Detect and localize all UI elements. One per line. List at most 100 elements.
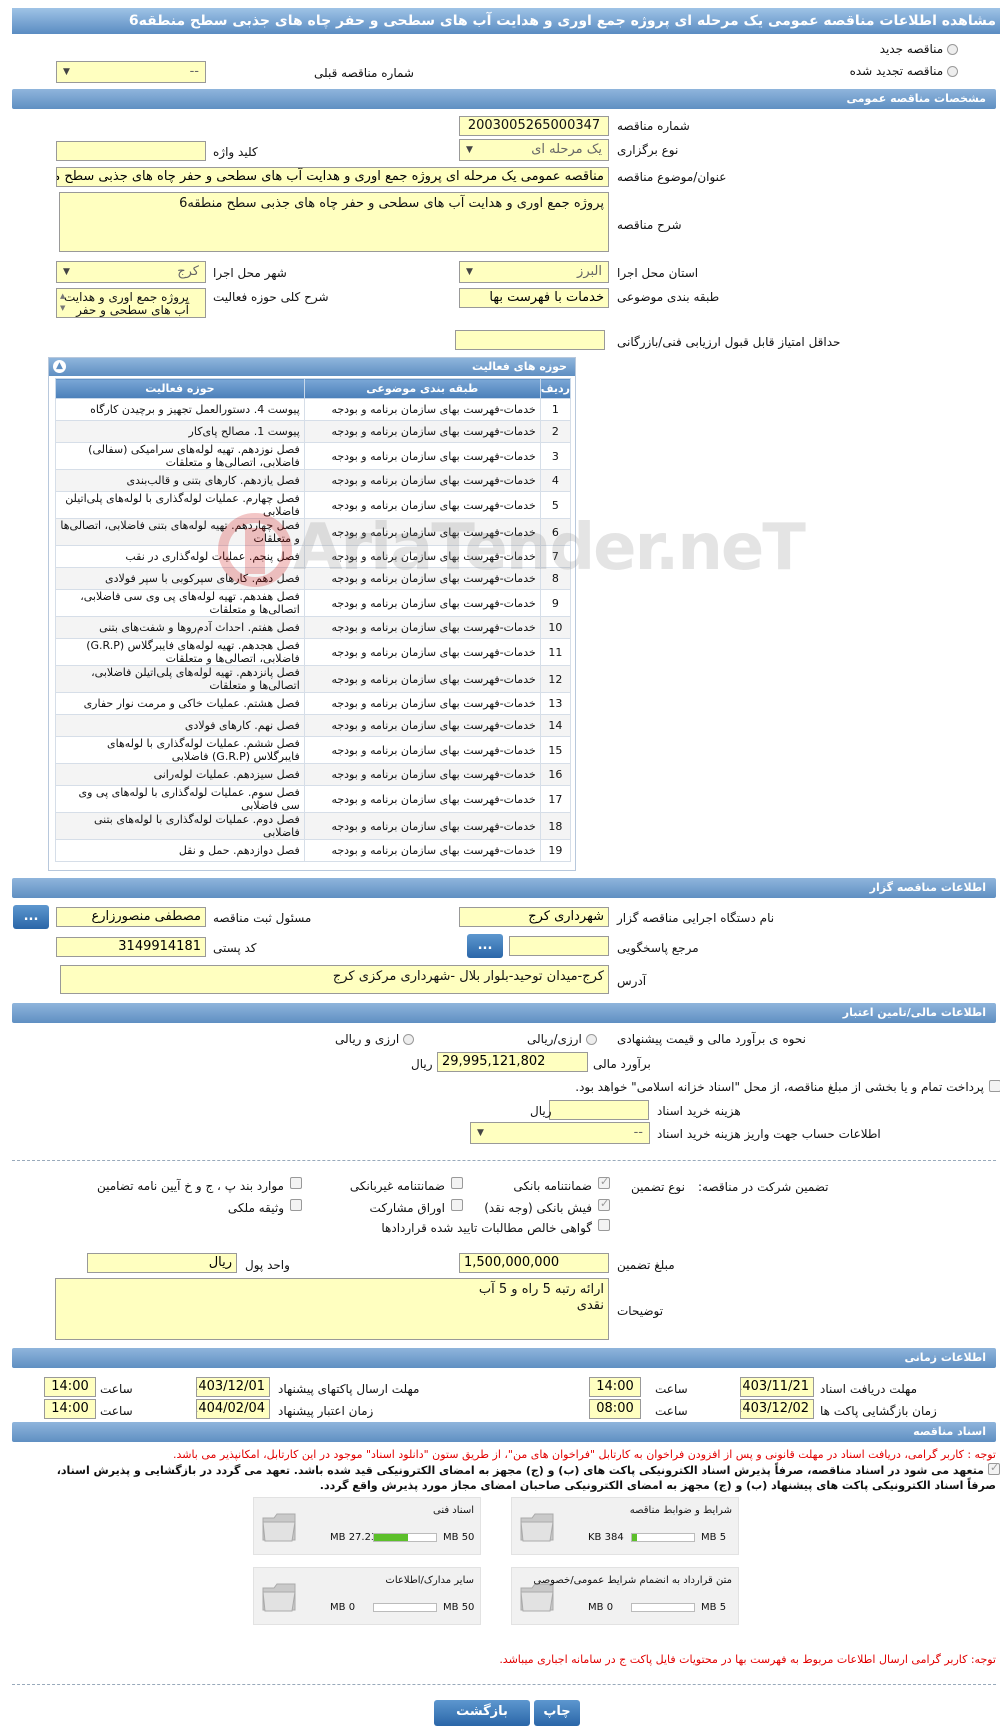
address-field[interactable]: کرج-میدان توحید-بلوار بلال -شهرداری مرکز… (60, 965, 609, 994)
back-button[interactable]: بازگشت (434, 1700, 530, 1726)
postal-code-field[interactable]: 3149914181 (56, 937, 206, 957)
claims-checkbox[interactable] (598, 1219, 610, 1231)
radio-renewed-tender[interactable]: مناقصه تجدید شده (850, 64, 958, 78)
document-title: اسناد فنی (433, 1505, 474, 1516)
send-time-field[interactable]: 14:00 (44, 1377, 96, 1397)
table-row: 2 خدمات-فهرست بهای سازمان برنامه و بودجه پ… (55, 420, 572, 443)
tender-number-field[interactable]: 2003005265000347 (459, 116, 609, 136)
table-row: 3 خدمات-فهرست بهای سازمان برنامه و بودجه ف… (55, 442, 572, 470)
radio-circle[interactable] (403, 1034, 415, 1045)
activities-table-wrap: ردیف طبقه بندی موضوعی حوزه فعالیت 1 خدمات… (55, 378, 572, 862)
estimate-label: برآورد مالی (593, 1057, 651, 1071)
notes-field[interactable]: ارائه رتبه 5 راه و 5 آب نقدی (55, 1278, 609, 1340)
receive-time-field[interactable]: 14:00 (589, 1377, 641, 1397)
category-field[interactable]: خدمات با فهرست بها (459, 288, 609, 308)
document-progress (373, 1533, 437, 1542)
receive-date-field[interactable]: 1403/11/21 (740, 1377, 814, 1397)
validity-time-field[interactable]: 14:00 (44, 1399, 96, 1419)
opening-date-field[interactable]: 1403/12/02 (740, 1399, 814, 1419)
radio-rial-fx[interactable]: ارزی/ریالی (527, 1032, 597, 1046)
holding-type-select[interactable]: یک مرحله ای ▼ (459, 139, 609, 161)
prev-number-value: -- (189, 64, 199, 79)
row-category-cell: خدمات-فهرست بهای سازمان برنامه و بودجه (303, 442, 541, 470)
nonbank-guarantee-checkbox[interactable] (451, 1177, 463, 1189)
table-row: 14 خدمات-فهرست بهای سازمان برنامه و بودجه… (55, 714, 572, 737)
holding-type-label: نوع برگزاری (617, 143, 679, 157)
opening-time-field[interactable]: 08:00 (589, 1399, 641, 1419)
page-title: مشاهده اطلاعات مناقصه عمومی یک مرحله ای … (12, 8, 1000, 34)
row-number-cell: 5 (539, 491, 572, 519)
cash-checkbox[interactable] (598, 1197, 610, 1211)
print-button[interactable]: چاپ (534, 1700, 580, 1726)
bonds-checkbox[interactable] (451, 1199, 463, 1211)
address-label: آدرس (617, 974, 647, 988)
estimate-method-label: نحوه ی برآورد مالی و قیمت پیشنهادی (617, 1032, 806, 1046)
treasury-checkbox[interactable] (989, 1080, 1000, 1092)
validity-date-field[interactable]: 1404/02/04 (196, 1399, 270, 1419)
document-title: سایر مدارک/اطلاعات (385, 1575, 474, 1586)
row-category-cell: خدمات-فهرست بهای سازمان برنامه و بودجه (303, 469, 541, 492)
prev-number-select[interactable]: -- ▼ (56, 61, 206, 83)
radio-fx-and-rial[interactable]: ارزی و ریالی (335, 1032, 415, 1046)
responsible-field[interactable]: مصطفی منصورزارع (56, 907, 206, 927)
table-row: 10 خدمات-فهرست بهای سازمان برنامه و بودجه… (55, 616, 572, 639)
currency-unit-field[interactable]: ریال (87, 1253, 237, 1273)
city-select[interactable]: کرج ▼ (56, 261, 206, 283)
description-field[interactable]: پروژه جمع اوری و هدایت آب های سطحی و حفر… (59, 192, 609, 252)
account-select[interactable]: -- ▼ (470, 1122, 650, 1144)
min-score-label: حداقل امتیاز قابل قبول ارزیابی فنی/بازرگ… (617, 335, 841, 349)
guarantee-amount-field[interactable]: 1,500,000,000 (459, 1253, 609, 1273)
estimate-field[interactable]: 29,995,121,802 (437, 1052, 588, 1072)
row-field-cell: پیوست 1. مصالح پای‌کار (55, 420, 305, 443)
min-score-field[interactable] (455, 330, 605, 350)
document-file-box[interactable]: متن قرارداد به انضمام شرایط عمومی/خصوصی 0… (511, 1567, 739, 1625)
table-row: 13 خدمات-فهرست بهای سازمان برنامه و بودجه… (55, 692, 572, 715)
progress-fill (632, 1534, 637, 1541)
activities-title-text: حوزه های فعالیت (472, 360, 567, 373)
doc-fee-field[interactable] (549, 1100, 649, 1120)
document-file-box[interactable]: شرایط و ضوابط مناقصه 384 KB 5 MB (511, 1497, 739, 1555)
table-row: 6 خدمات-فهرست بهای سازمان برنامه و بودجه ف… (55, 518, 572, 546)
property-checkbox[interactable] (290, 1199, 302, 1211)
guarantee-type-label: نوع تضمین (631, 1180, 685, 1194)
document-file-box[interactable]: اسناد فنی 27.23 MB 50 MB (253, 1497, 481, 1555)
claims-label: گواهی خالص مطالبات تایید شده قراردادها (381, 1221, 592, 1235)
row-category-cell: خدمات-فهرست بهای سازمان برنامه و بودجه (303, 736, 541, 764)
row-field-cell: فصل هفدهم. تهیه لوله‌های پی وی سی فاضلاب… (55, 589, 305, 617)
collapse-icon[interactable]: ▲ (53, 360, 66, 373)
table-header-row: ردیف طبقه بندی موضوعی حوزه فعالیت (55, 378, 572, 399)
document-used-size: 384 KB (588, 1532, 624, 1543)
reference-lookup-button[interactable]: ... (467, 934, 503, 958)
org-field[interactable]: شهرداری کرج (459, 907, 609, 927)
clauses-checkbox[interactable] (290, 1177, 302, 1189)
keyword-field[interactable] (56, 141, 206, 161)
row-number-cell: 10 (539, 616, 572, 639)
subject-field[interactable]: مناقصه عمومی یک مرحله ای پروژه جمع اوری … (56, 167, 609, 187)
scroll-arrows-icon[interactable]: ▲ ▼ (60, 290, 65, 314)
row-number-cell: 7 (539, 545, 572, 568)
bonds-label: اوراق مشارکت (369, 1201, 445, 1215)
province-value: البرز (577, 264, 602, 279)
bank-guarantee-checkbox[interactable] (598, 1175, 610, 1189)
commit-checkbox[interactable] (988, 1461, 1000, 1475)
responsible-lookup-button[interactable]: ... (13, 905, 49, 929)
reference-field[interactable] (509, 936, 609, 956)
radio-circle[interactable] (585, 1034, 597, 1045)
radio-new-tender[interactable]: مناقصه جدید (880, 42, 958, 56)
document-used-size: 27.23 MB (330, 1532, 378, 1543)
province-select[interactable]: البرز ▼ (459, 261, 609, 283)
section-documents: اسناد مناقصه (12, 1422, 996, 1442)
estimate-currency: ریال (411, 1057, 433, 1071)
time-label: ساعت (655, 1404, 688, 1418)
row-category-cell: خدمات-فهرست بهای سازمان برنامه و بودجه (303, 518, 541, 546)
send-date-field[interactable]: 1403/12/01 (196, 1377, 270, 1397)
responsible-label: مسئول ثبت مناقصه (213, 911, 312, 925)
document-file-box[interactable]: سایر مدارک/اطلاعات 0 MB 50 MB (253, 1567, 481, 1625)
nonbank-guarantee-label: ضمانتنامه غیربانکی (349, 1179, 445, 1193)
radio-circle[interactable] (947, 66, 958, 77)
radio-circle[interactable] (947, 44, 958, 55)
category-label: طبقه بندی موضوعی (617, 290, 720, 304)
account-value: -- (633, 1125, 643, 1140)
scope-field[interactable]: پروژه جمع اوری و هدایت آب های سطحی و حفر (56, 288, 206, 318)
row-number-cell: 9 (539, 589, 572, 617)
